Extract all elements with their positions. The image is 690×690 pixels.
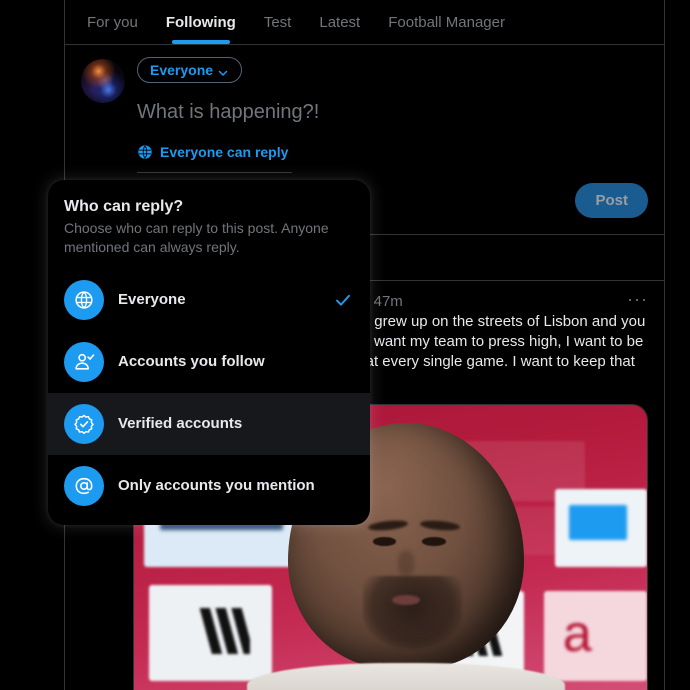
menu-item-only-accounts-you-mention[interactable]: Only accounts you mention	[48, 455, 370, 517]
more-options-icon[interactable]: ···	[627, 290, 648, 308]
tab-label: Following	[165, 13, 236, 31]
sponsor-board: a	[544, 591, 647, 681]
menu-subtitle: Choose who can reply to this post. Anyon…	[64, 220, 329, 255]
audience-selector-label: Everyone	[150, 62, 214, 78]
menu-item-label: Accounts you follow	[118, 353, 265, 370]
globe-icon	[137, 144, 153, 160]
menu-header: Who can reply? Choose who can reply to t…	[48, 180, 370, 269]
tab-latest[interactable]: Latest	[305, 0, 374, 44]
tab-test[interactable]: Test	[250, 0, 306, 44]
timeline-tab-bar: For you Following Test Latest Football M…	[65, 0, 664, 45]
check-icon	[334, 291, 354, 309]
tab-label: Football Manager	[388, 13, 505, 31]
tab-active-underline	[171, 40, 230, 44]
globe-icon	[64, 280, 104, 320]
at-mention-icon	[64, 466, 104, 506]
tab-football-manager[interactable]: Football Manager	[374, 0, 519, 44]
verified-badge-icon	[64, 404, 104, 444]
sponsor-board	[554, 489, 647, 567]
menu-item-label: Only accounts you mention	[118, 477, 315, 494]
menu-item-label: Everyone	[118, 291, 186, 308]
post-timestamp: 47m	[373, 293, 403, 310]
tab-for-you[interactable]: For you	[65, 0, 152, 44]
tab-following[interactable]: Following	[152, 0, 250, 44]
tab-label: For you	[87, 13, 138, 31]
post-button[interactable]: Post	[575, 183, 648, 218]
menu-item-label: Verified accounts	[118, 415, 243, 432]
audience-selector-button[interactable]: Everyone	[137, 57, 243, 83]
person-check-icon	[64, 342, 104, 382]
avatar[interactable]	[81, 59, 125, 103]
menu-item-verified-accounts[interactable]: Verified accounts	[48, 393, 370, 455]
reply-scope-label: Everyone can reply	[160, 144, 289, 160]
composer-text-input[interactable]: What is happening?!	[137, 101, 648, 124]
reply-scope-button[interactable]: Everyone can reply	[137, 144, 293, 173]
menu-item-accounts-you-follow[interactable]: Accounts you follow	[48, 331, 370, 393]
tab-label: Latest	[319, 13, 361, 31]
tab-label: Test	[263, 13, 292, 31]
who-can-reply-menu: Who can reply? Choose who can reply to t…	[48, 180, 370, 525]
menu-item-everyone[interactable]: Everyone	[48, 269, 370, 331]
sponsor-board	[149, 585, 273, 681]
menu-title: Who can reply?	[64, 198, 184, 215]
chevron-down-icon	[217, 64, 229, 76]
